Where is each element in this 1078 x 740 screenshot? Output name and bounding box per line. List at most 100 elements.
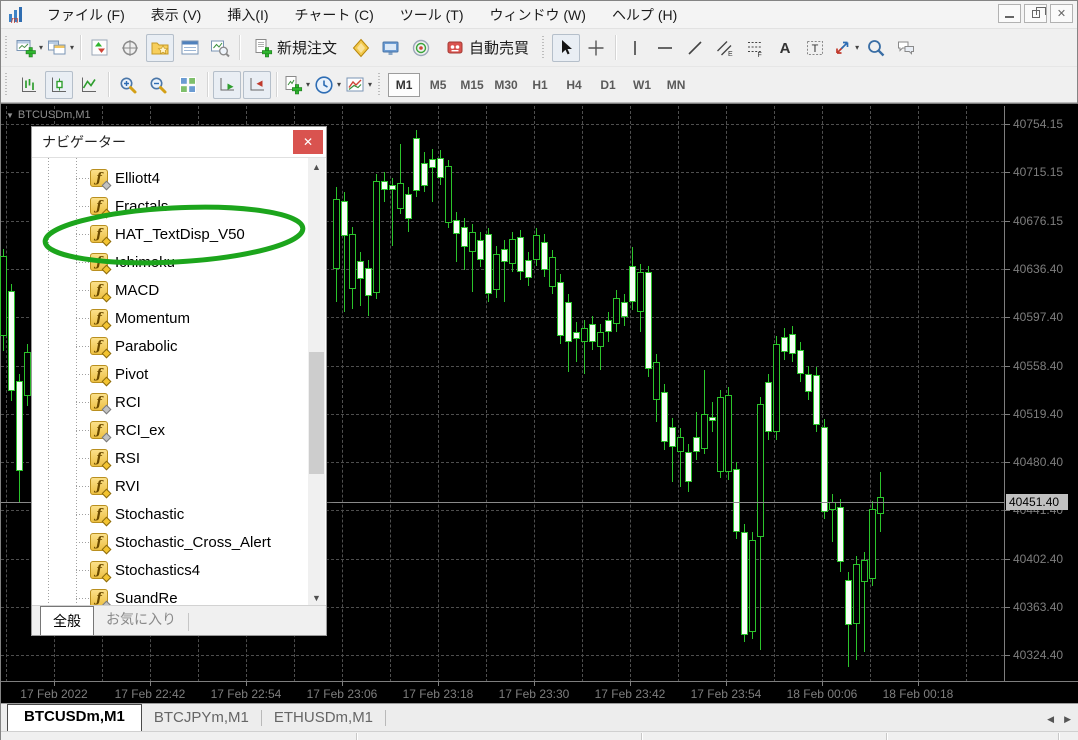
chevron-down-icon[interactable]: ▾ [368, 80, 372, 89]
new-order-button[interactable]: 新規注文 [245, 34, 345, 62]
close-button[interactable]: ✕ [1050, 4, 1073, 23]
navigator-item-parabolic[interactable]: ƒ Parabolic [33, 332, 309, 360]
text-button[interactable]: A [771, 34, 799, 62]
time-axis[interactable]: 17 Feb 2022 17 Feb 22:42 17 Feb 22:54 17 Fe… [1, 681, 1078, 703]
time-tick [150, 682, 151, 686]
price-tick [1005, 655, 1010, 657]
navigator-tab-[interactable]: お気に入り [94, 605, 188, 635]
menu-item-tools[interactable]: ツール (T) [387, 2, 477, 28]
bar-chart-button[interactable] [15, 71, 43, 99]
scrollbar-thumb[interactable] [309, 352, 324, 474]
signals-button[interactable] [407, 34, 435, 62]
auto-scroll-button[interactable] [213, 70, 241, 99]
tile-windows-button[interactable] [174, 71, 202, 99]
navigator-item-ichimoku[interactable]: ƒ Ichimoku [33, 248, 309, 276]
chart-tab-btcusdm-m1[interactable]: BTCUSDm,M1 [7, 704, 142, 731]
menu-item-view[interactable]: 表示 (V) [138, 2, 215, 28]
menu-item-file[interactable]: ファイル (F) [34, 2, 138, 28]
menu-item-window[interactable]: ウィンドウ (W) [477, 2, 599, 28]
navigator-tab-[interactable]: 全般 [40, 606, 94, 635]
cursor-button[interactable] [552, 33, 581, 62]
navigator-item-rsi[interactable]: ƒ RSI [33, 444, 309, 472]
community-button[interactable] [377, 34, 405, 62]
fibonacci-button[interactable]: F [741, 34, 769, 62]
scroll-left-icon[interactable]: ◀ [1047, 714, 1054, 725]
scrollbar[interactable]: ▲ ▼ [308, 158, 325, 606]
chart-tab-ethusdm-m1[interactable]: ETHUSDm,M1 [262, 706, 385, 731]
chevron-down-icon[interactable]: ▾ [70, 43, 74, 52]
templates-button[interactable]: ▾ [344, 71, 373, 99]
navigator-item-suandre[interactable]: ƒ SuandRe [33, 584, 309, 606]
timeframe-h4-button[interactable]: H4 [558, 73, 590, 97]
line-chart-button[interactable] [75, 71, 103, 99]
terminal-button[interactable] [176, 34, 204, 62]
toolbar-grip[interactable] [541, 35, 547, 60]
timeframe-h1-button[interactable]: H1 [524, 73, 556, 97]
scroll-up-icon[interactable]: ▲ [308, 158, 325, 175]
horizontal-line-button[interactable] [651, 34, 679, 62]
chart-symbol-label[interactable]: ▼ BTCUSDm,M1 [6, 109, 91, 121]
scroll-right-icon[interactable]: ▶ [1064, 714, 1071, 725]
minimize-button[interactable] [998, 4, 1021, 23]
magnifier-button[interactable] [862, 34, 890, 62]
navigator-item-fractals[interactable]: ƒ Fractals [33, 192, 309, 220]
toolbar-grip[interactable] [377, 72, 383, 97]
candle-body [613, 298, 620, 324]
timeframe-m30-button[interactable]: M30 [490, 73, 522, 97]
timeframe-mn-button[interactable]: MN [660, 73, 692, 97]
menu-item-charts[interactable]: チャート (C) [282, 2, 387, 28]
navigator-item-macd[interactable]: ƒ MACD [33, 276, 309, 304]
timeframe-m1-button[interactable]: M1 [388, 72, 421, 97]
chevron-down-icon[interactable]: ▾ [306, 80, 310, 89]
navigator-item-elliott4[interactable]: ƒ Elliott4 [33, 164, 309, 192]
periods-button[interactable]: ▾ [313, 71, 342, 99]
profiles-button[interactable]: ▾ [46, 34, 75, 62]
navigator-item-pivot[interactable]: ƒ Pivot [33, 360, 309, 388]
chart-shift-button[interactable] [243, 70, 271, 99]
navigator-titlebar[interactable]: ナビゲーター ✕ [32, 127, 326, 158]
chevron-down-icon[interactable]: ▾ [855, 43, 859, 52]
close-icon[interactable]: ✕ [293, 130, 323, 154]
navigator-item-stochastic-cross-alert[interactable]: ƒ Stochastic_Cross_Alert [33, 528, 309, 556]
chevron-down-icon[interactable]: ▾ [337, 80, 341, 89]
scroll-down-icon[interactable]: ▼ [308, 589, 325, 606]
menu-item-insert[interactable]: 挿入(I) [214, 2, 281, 28]
toolbar-grip[interactable] [4, 35, 9, 60]
timeframe-w1-button[interactable]: W1 [626, 73, 658, 97]
data-window-button[interactable] [116, 34, 144, 62]
navigator-button[interactable] [146, 33, 175, 62]
navigator-item-stochastic[interactable]: ƒ Stochastic [33, 500, 309, 528]
navigator-item-hat-textdisp-v50[interactable]: ƒ HAT_TextDisp_V50 [33, 220, 309, 248]
metaeditor-button[interactable] [347, 34, 375, 62]
price-axis[interactable]: 40754.15 40715.15 40676.15 40636.40 40597.40… [1004, 106, 1078, 682]
menu-item-help[interactable]: ヘルプ (H) [599, 2, 690, 28]
arrows-button[interactable]: ▾ [831, 34, 860, 62]
navigator-item-rvi[interactable]: ƒ RVI [33, 472, 309, 500]
timeframe-d1-button[interactable]: D1 [592, 73, 624, 97]
navigator-item-rci-ex[interactable]: ƒ RCI_ex [33, 416, 309, 444]
timeframe-m15-button[interactable]: M15 [456, 73, 488, 97]
toolbar-grip[interactable] [4, 72, 9, 97]
zoom-in-button[interactable] [114, 71, 142, 99]
crosshair-button[interactable] [582, 34, 610, 62]
new-chart-button[interactable]: ▾ [15, 34, 44, 62]
timeframe-m5-button[interactable]: M5 [422, 73, 454, 97]
equidistant-channel-button[interactable]: E [711, 34, 739, 62]
chevron-down-icon[interactable]: ▾ [39, 43, 43, 52]
candlestick-chart-button[interactable] [45, 70, 73, 99]
trendline-button[interactable] [681, 34, 709, 62]
navigator-item-stochastics4[interactable]: ƒ Stochastics4 [33, 556, 309, 584]
navigator-item-momentum[interactable]: ƒ Momentum [33, 304, 309, 332]
market-watch-button[interactable] [86, 34, 114, 62]
indicators-button[interactable]: ▾ [282, 71, 311, 99]
autotrading-button[interactable]: 自動売買 [437, 34, 537, 62]
text-label-button[interactable]: T [801, 34, 829, 62]
strategy-tester-button[interactable] [206, 34, 234, 62]
trendline-icon [685, 38, 705, 58]
vertical-line-button[interactable] [621, 34, 649, 62]
restore-button[interactable] [1024, 4, 1047, 23]
navigator-item-rci[interactable]: ƒ RCI [33, 388, 309, 416]
chat-button[interactable] [892, 34, 920, 62]
zoom-out-button[interactable] [144, 71, 172, 99]
chart-tab-btcjpym-m1[interactable]: BTCJPYm,M1 [142, 706, 261, 731]
